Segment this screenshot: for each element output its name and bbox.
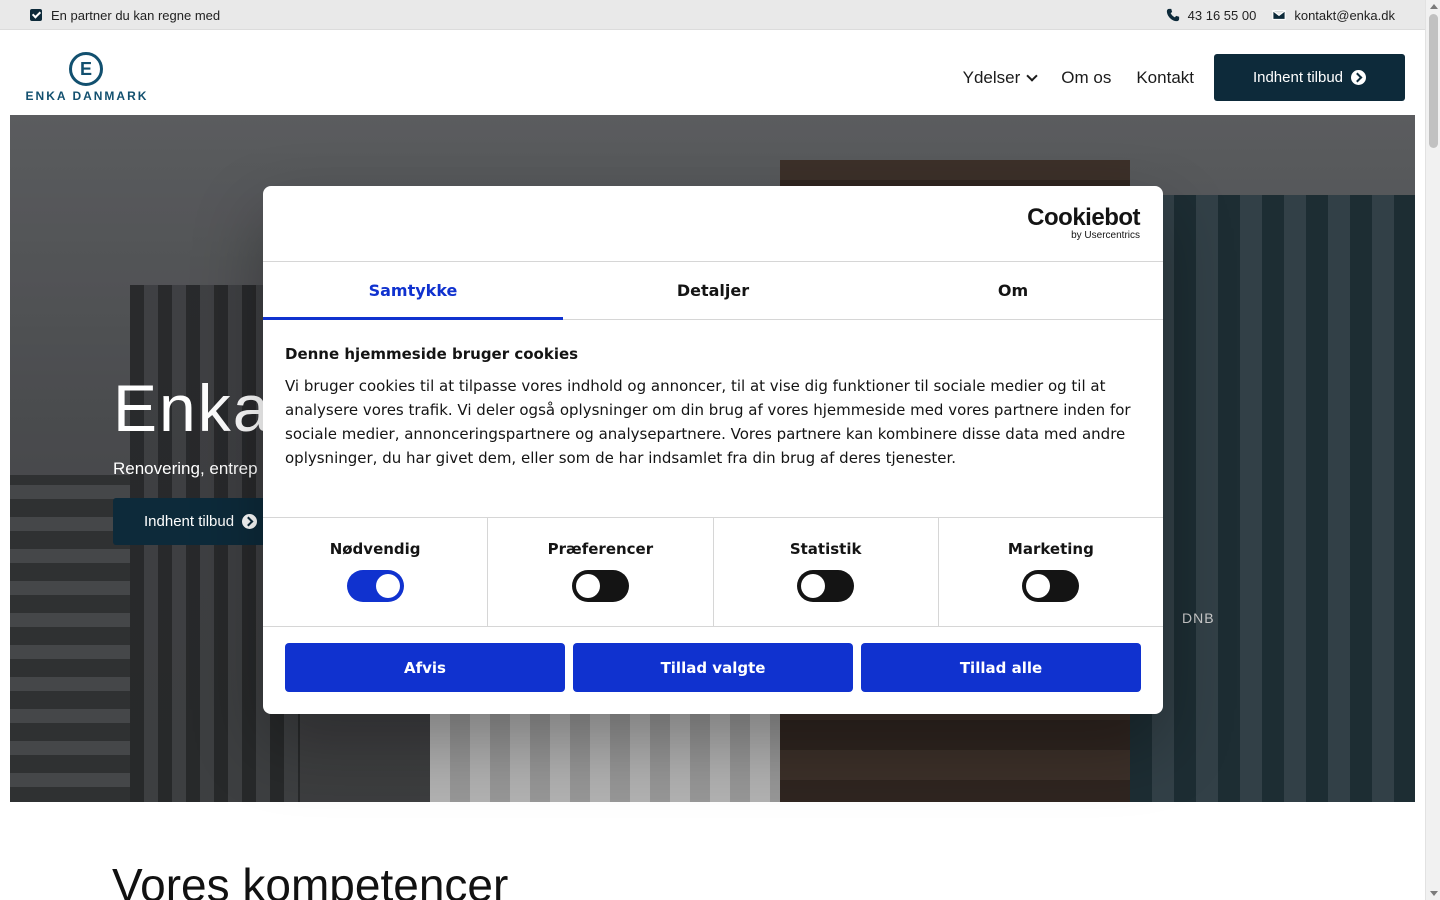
toggle-group-statistics: Statistik (714, 518, 939, 626)
toggle-label: Marketing (1007, 540, 1094, 558)
tagline: En partner du kan regne med (30, 0, 220, 30)
toggle-label: Præferencer (547, 540, 654, 558)
site-logo[interactable]: E ENKA DANMARK (19, 52, 155, 103)
header-quote-button[interactable]: Indhent tilbud (1214, 54, 1405, 101)
site-header: E ENKA DANMARK Ydelser Om os Kontakt Ind… (0, 30, 1425, 115)
toggle-label: Nødvendig (329, 540, 421, 558)
hero-button-label: Indhent tilbud (144, 513, 235, 530)
hero-subtitle: Renovering, entrep (113, 459, 258, 478)
marketing-toggle[interactable] (1022, 570, 1080, 602)
hero-quote-button[interactable]: Indhent tilbud (113, 498, 288, 545)
phone-number: 43 16 55 00 (1187, 7, 1257, 23)
allow-all-button[interactable]: Tillad alle (861, 643, 1141, 692)
top-bar: En partner du kan regne med 43 16 55 00 … (0, 0, 1425, 30)
dialog-description: Vi bruger cookies til at tilpasse vores … (285, 377, 1131, 467)
consent-toggles: Nødvendig Præferencer Statistik Marketin… (263, 517, 1163, 627)
nav-item-ydelser[interactable]: Ydelser (962, 67, 1038, 88)
section-title: Vores kompetencer (112, 859, 509, 900)
logo-mark: E (69, 52, 103, 86)
chevron-down-icon (1026, 69, 1038, 82)
scrollbar-thumb[interactable] (1429, 14, 1438, 148)
dialog-actions: Afvis Tillad valgte Tillad alle (263, 627, 1163, 708)
toggle-group-necessary: Nødvendig (263, 518, 489, 626)
main-nav: Ydelser Om os Kontakt Indhent tilbud (963, 54, 1405, 101)
tab-om[interactable]: Om (863, 262, 1163, 319)
dialog-tabs: Samtykke Detaljer Om (263, 262, 1163, 320)
email-link[interactable]: kontakt@enka.dk (1272, 8, 1395, 23)
building-sign: DNB (1182, 610, 1215, 626)
tab-samtykke[interactable]: Samtykke (263, 262, 563, 320)
page-scrollbar[interactable] (1425, 0, 1440, 900)
phone-icon (1166, 8, 1179, 22)
arrow-circle-right-icon (242, 514, 258, 529)
toggle-knob (801, 574, 826, 598)
arrow-circle-right-icon (1351, 70, 1367, 85)
toggle-knob (375, 574, 400, 598)
nav-label: Om os (1061, 67, 1112, 87)
scroll-up-icon[interactable] (1430, 4, 1438, 9)
contact-info: 43 16 55 00 kontakt@enka.dk (1166, 0, 1395, 30)
tagline-text: En partner du kan regne med (51, 7, 221, 23)
scroll-down-icon[interactable] (1430, 891, 1438, 896)
cookiebot-logo: Cookiebot by Usercentrics (1027, 204, 1140, 242)
toggle-knob (1026, 574, 1051, 598)
toggle-group-marketing: Marketing (939, 518, 1163, 626)
deny-button[interactable]: Afvis (285, 643, 565, 692)
nav-label: Kontakt (1136, 67, 1194, 87)
nav-item-kontakt[interactable]: Kontakt (1136, 68, 1194, 88)
toggle-knob (575, 574, 600, 598)
allow-selected-button[interactable]: Tillad valgte (573, 643, 853, 692)
statistics-toggle[interactable] (797, 570, 855, 602)
hero-title: Enka (113, 371, 272, 445)
phone-link[interactable]: 43 16 55 00 (1166, 7, 1257, 23)
cookiebot-brand-sub: by Usercentrics (1071, 230, 1140, 241)
checkbox-icon (30, 9, 42, 21)
toggle-group-preferences: Præferencer (488, 518, 714, 626)
email-address: kontakt@enka.dk (1294, 7, 1395, 23)
cookiebot-brand: Cookiebot (1027, 204, 1140, 231)
tab-detaljer[interactable]: Detaljer (563, 262, 863, 319)
logo-text: ENKA DANMARK (25, 89, 149, 103)
nav-label: Ydelser (962, 67, 1021, 87)
toggle-label: Statistik (789, 540, 862, 558)
cookie-consent-dialog: Cookiebot by Usercentrics Samtykke Detal… (263, 186, 1163, 714)
preferences-toggle[interactable] (571, 570, 629, 602)
necessary-toggle[interactable] (346, 570, 404, 602)
cta-label: Indhent tilbud (1252, 69, 1344, 86)
dialog-header: Cookiebot by Usercentrics (263, 186, 1163, 262)
dialog-heading: Denne hjemmeside bruger cookies (285, 345, 579, 363)
envelope-icon (1272, 10, 1286, 20)
nav-item-om-os[interactable]: Om os (1061, 68, 1111, 88)
dialog-body: Denne hjemmeside bruger cookies Vi bruge… (263, 320, 1163, 517)
